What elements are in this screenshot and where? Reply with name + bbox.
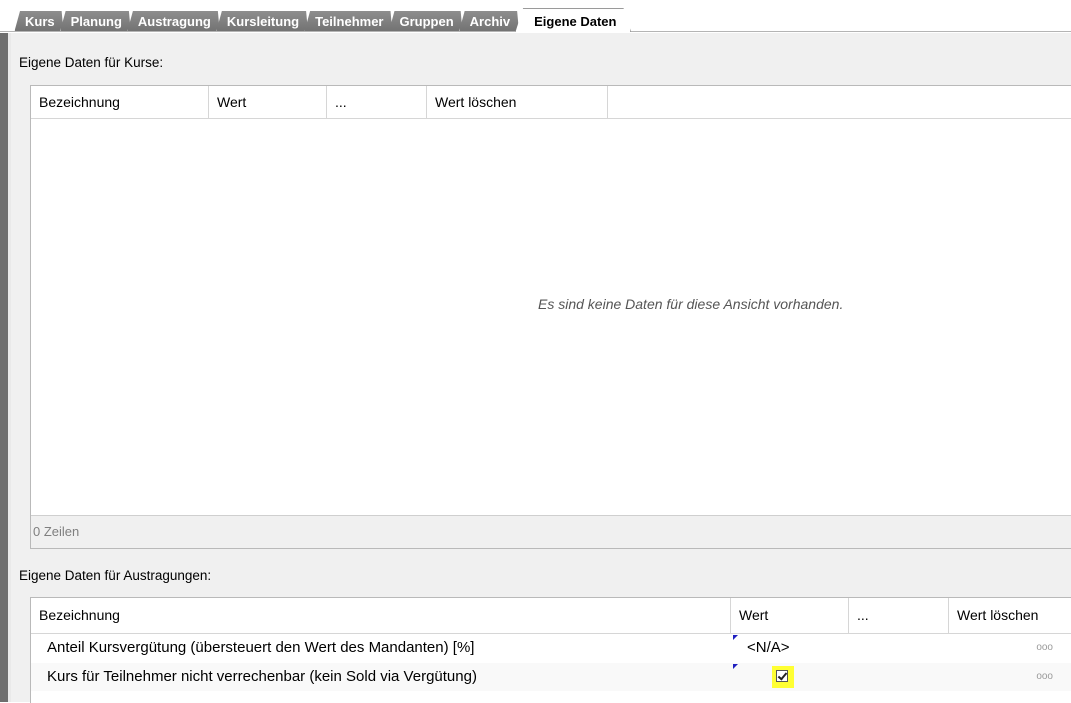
- row-label: Anteil Kursvergütung (übersteuert den We…: [47, 639, 475, 656]
- kurse-grid[interactable]: Bezeichnung Wert ... Wert löschen Es sin…: [30, 85, 1071, 549]
- left-frame-inner: [8, 33, 11, 702]
- tab-archiv[interactable]: Archiv: [459, 11, 519, 32]
- table-row[interactable]: Anteil Kursvergütung (übersteuert den We…: [31, 634, 1071, 662]
- column-header-wert-loeschen[interactable]: Wert löschen: [949, 598, 1071, 633]
- column-header-wert[interactable]: Wert: [209, 86, 327, 118]
- column-header-ellipsis[interactable]: ...: [849, 598, 949, 633]
- tab-austragung[interactable]: Austragung: [127, 11, 220, 32]
- column-header-ellipsis[interactable]: ...: [327, 86, 427, 118]
- table-row[interactable]: Kurs für Teilnehmer nicht verrechenbar (…: [31, 663, 1071, 691]
- tab-kursleitung[interactable]: Kursleitung: [216, 11, 308, 32]
- tab-teilnehmer[interactable]: Teilnehmer: [304, 11, 392, 32]
- tab-eigene-daten[interactable]: Eigene Daten: [515, 8, 631, 32]
- value-field[interactable]: <N/A>: [735, 634, 851, 662]
- column-header-bezeichnung[interactable]: Bezeichnung: [31, 86, 209, 118]
- tab-planung[interactable]: Planung: [60, 11, 131, 32]
- austragungen-grid[interactable]: Bezeichnung Wert ... Wert löschen Anteil…: [30, 597, 1071, 703]
- row-label: Kurs für Teilnehmer nicht verrechenbar (…: [47, 668, 477, 685]
- austragungen-grid-header: Bezeichnung Wert ... Wert löschen: [31, 598, 1071, 634]
- tab-gruppen[interactable]: Gruppen: [388, 11, 462, 32]
- top-edge: [0, 0, 1071, 4]
- empty-message: Es sind keine Daten für diese Ansicht vo…: [538, 296, 844, 312]
- tab-kurs[interactable]: Kurs: [14, 11, 64, 32]
- delete-value-button[interactable]: ooo: [1036, 634, 1053, 662]
- austragungen-section-title: Eigene Daten für Austragungen:: [19, 568, 212, 583]
- delete-value-button[interactable]: ooo: [1036, 663, 1053, 691]
- kurse-grid-header: Bezeichnung Wert ... Wert löschen: [31, 86, 1071, 119]
- left-frame: [0, 33, 8, 702]
- column-header-wert[interactable]: Wert: [731, 598, 849, 633]
- tab-strip: Kurs Planung Austragung Kursleitung Teil…: [0, 0, 1071, 32]
- tab-list: Kurs Planung Austragung Kursleitung Teil…: [14, 8, 627, 32]
- column-header-bezeichnung[interactable]: Bezeichnung: [31, 598, 731, 633]
- row-count: 0 Zeilen: [33, 524, 80, 539]
- not-billable-checkbox[interactable]: [776, 670, 788, 682]
- kurse-grid-footer: 0 Zeilen: [31, 515, 1071, 548]
- column-header-wert-loeschen[interactable]: Wert löschen: [427, 86, 608, 118]
- kurse-section-title: Eigene Daten für Kurse:: [19, 55, 164, 70]
- edit-marker: [733, 664, 738, 669]
